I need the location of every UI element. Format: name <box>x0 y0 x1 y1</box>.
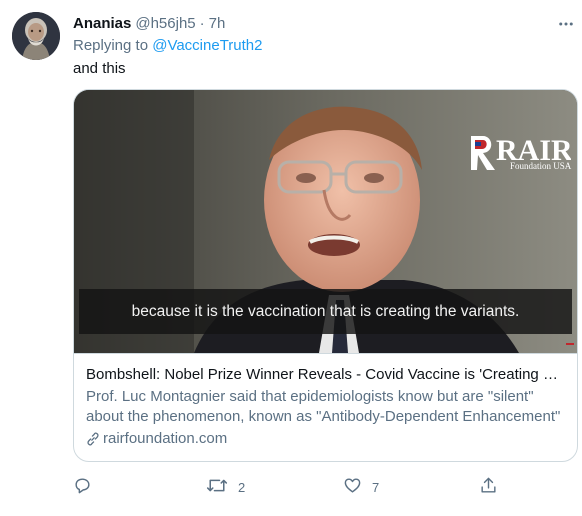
card-description: Prof. Luc Montagnier said that epidemiol… <box>86 387 565 427</box>
card-domain-row: rairfoundation.com <box>86 429 565 449</box>
card-title: Bombshell: Nobel Prize Winner Reveals - … <box>86 366 565 383</box>
like-button[interactable]: 7 <box>343 476 379 498</box>
retweet-button[interactable]: 2 <box>206 476 245 498</box>
tweet-text: and this <box>73 60 126 77</box>
share-icon <box>479 476 498 498</box>
author-name[interactable]: Ananias <box>73 15 131 32</box>
card-domain: rairfoundation.com <box>103 430 228 447</box>
replying-prefix: Replying to <box>73 37 153 54</box>
tweet-header: Ananias @h56jh5 · 7h <box>73 13 225 33</box>
tweet-actions: 2 7 <box>73 476 513 498</box>
tweet-time[interactable]: 7h <box>209 15 226 32</box>
caption-text: because it is the vaccination that is cr… <box>131 302 520 320</box>
card-description-line: Prof. Luc Montagnier said that epidemiol… <box>86 388 534 405</box>
tweet[interactable]: Ananias @h56jh5 · 7h Replying to @Vaccin… <box>0 0 582 516</box>
author-handle[interactable]: @h56jh5 <box>135 15 195 32</box>
like-count: 7 <box>372 479 380 495</box>
avatar[interactable] <box>12 12 60 60</box>
retweet-icon <box>206 476 228 498</box>
retweet-count: 2 <box>238 479 246 495</box>
card-description-line: about the phenomenon, known as "Antibody… <box>86 408 561 425</box>
link-icon <box>86 432 100 446</box>
share-button[interactable] <box>479 476 508 498</box>
reply-button[interactable] <box>73 476 102 498</box>
reply-icon <box>73 476 92 498</box>
more-icon[interactable] <box>556 14 576 34</box>
separator-dot: · <box>199 14 205 32</box>
rair-logo-subtext: Foundation USA <box>510 161 572 171</box>
link-card[interactable]: RAIR Foundation USA because it is the va… <box>73 89 578 462</box>
replying-to-line: Replying to @VaccineTruth2 <box>73 37 263 54</box>
card-info[interactable]: Bombshell: Nobel Prize Winner Reveals - … <box>74 353 577 461</box>
card-image: RAIR Foundation USA because it is the va… <box>74 90 577 353</box>
replying-to-link[interactable]: @VaccineTruth2 <box>152 37 262 54</box>
video-caption: because it is the vaccination that is cr… <box>79 289 572 334</box>
rair-logo: RAIR Foundation USA <box>469 130 571 175</box>
like-icon <box>343 476 362 498</box>
